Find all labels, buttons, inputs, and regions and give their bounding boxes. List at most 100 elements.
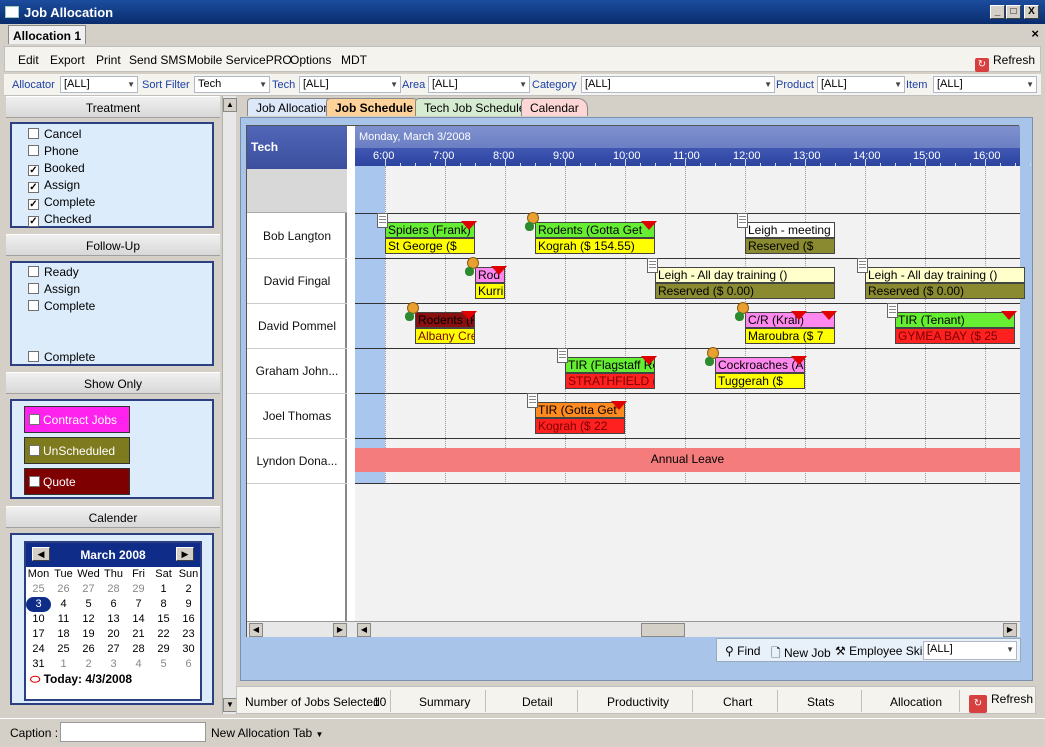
calendar-next-button[interactable]: ▶ xyxy=(176,547,194,561)
close-button[interactable]: X xyxy=(1024,5,1039,19)
calendar-day[interactable]: 29 xyxy=(126,582,151,597)
scroll-down-icon[interactable]: ▼ xyxy=(223,698,237,712)
minimize-button[interactable]: _ xyxy=(990,5,1005,19)
detail-button[interactable]: Detail xyxy=(522,695,553,709)
calendar-day[interactable]: 19 xyxy=(76,627,101,642)
calendar-day[interactable]: 15 xyxy=(151,612,176,627)
calendar-day[interactable]: 27 xyxy=(101,642,126,657)
calendar-day[interactable]: 30 xyxy=(176,642,201,657)
calendar-day[interactable]: 29 xyxy=(151,642,176,657)
filter-product-select[interactable]: [ALL] ▼ xyxy=(817,76,905,93)
document-tab[interactable]: Allocation 1 xyxy=(8,25,86,44)
scroll-right-icon[interactable]: ▶ xyxy=(333,623,347,637)
menu-print[interactable]: Print xyxy=(96,53,121,67)
calendar-day[interactable]: 23 xyxy=(176,627,201,642)
calendar-day[interactable]: 18 xyxy=(51,627,76,642)
calendar-day[interactable]: 27 xyxy=(76,582,101,597)
summary-button[interactable]: Summary xyxy=(419,695,470,709)
calendar-day[interactable]: 4 xyxy=(51,597,76,612)
menu-send-sms[interactable]: Send SMS xyxy=(129,53,186,67)
menu-mdt[interactable]: MDT xyxy=(341,53,367,67)
job-block[interactable]: Leigh - All day training () Reserved ($ 0… xyxy=(655,267,835,301)
treatment-complete-checkbox[interactable]: ✓ Complete xyxy=(28,195,212,212)
tab-job-schedule[interactable]: Job Schedule xyxy=(326,98,423,116)
job-block[interactable]: Rod Kurri xyxy=(475,266,507,301)
menu-export[interactable]: Export xyxy=(50,53,85,67)
scroll-left-icon[interactable]: ◀ xyxy=(249,623,263,637)
calendar-day[interactable]: 2 xyxy=(76,657,101,672)
menu-edit[interactable]: Edit xyxy=(18,53,39,67)
calendar-day[interactable]: 31 xyxy=(26,657,51,672)
job-block[interactable]: Spiders (Frank) St George ($ xyxy=(385,221,477,256)
filter-tech-select[interactable]: [ALL] ▼ xyxy=(299,76,401,93)
job-block[interactable]: Rodents (Gotta Get Kograh ($ 154.55) xyxy=(535,221,657,256)
calendar-day[interactable]: 1 xyxy=(151,582,176,597)
annual-leave-bar[interactable]: Annual Leave xyxy=(355,448,1020,472)
tab-calendar[interactable]: Calendar xyxy=(521,98,588,116)
find-button[interactable]: ⚲ Find xyxy=(725,644,760,658)
calendar-day[interactable]: 6 xyxy=(176,657,201,672)
job-block[interactable]: TIR (Gotta Get Kograh ($ 22 xyxy=(535,401,627,436)
calendar-day[interactable]: 26 xyxy=(76,642,101,657)
calendar-day[interactable]: 11 xyxy=(51,612,76,627)
tech-row-name[interactable]: Graham John... xyxy=(247,349,347,394)
maximize-button[interactable]: □ xyxy=(1006,5,1021,19)
employee-skill-button[interactable]: ⚒ Employee Skill xyxy=(835,644,928,658)
tech-row-name[interactable]: Lyndon Dona... xyxy=(247,439,347,484)
scroll-up-icon[interactable]: ▲ xyxy=(223,98,237,112)
showonly-unscheduled[interactable]: UnScheduled xyxy=(24,437,130,464)
calendar-day[interactable]: 25 xyxy=(51,642,76,657)
tech-row-name[interactable]: David Pommel xyxy=(247,304,347,349)
job-block[interactable]: Leigh - All day training () Reserved ($ 0… xyxy=(865,267,1025,301)
bottom-refresh-button[interactable]: ↻ Refresh xyxy=(969,692,1033,713)
showonly-contract-jobs[interactable]: Contract Jobs xyxy=(24,406,130,433)
filter-sort-select[interactable]: Tech ▼ xyxy=(194,76,270,93)
calendar-day[interactable]: 5 xyxy=(151,657,176,672)
calendar-prev-button[interactable]: ◀ xyxy=(32,547,50,561)
menu-mobile-servicepro[interactable]: Mobile ServicePRO xyxy=(187,53,292,67)
calendar-day[interactable]: 3 xyxy=(26,597,51,612)
calendar-day[interactable]: 25 xyxy=(26,582,51,597)
treatment-phone-checkbox[interactable]: Phone xyxy=(28,144,212,161)
tech-row-name[interactable]: Joel Thomas xyxy=(247,394,347,439)
tech-row-name[interactable]: David Fingal xyxy=(247,259,347,304)
calendar-today[interactable]: ⬭ Today: 4/3/2008 xyxy=(26,672,200,687)
document-close-icon[interactable]: × xyxy=(1031,26,1039,41)
followup-complete-checkbox[interactable]: Complete xyxy=(28,299,212,316)
calendar-day[interactable]: 28 xyxy=(101,582,126,597)
employee-skill-select[interactable]: [ALL] ▼ xyxy=(923,641,1017,660)
calendar-day[interactable]: 28 xyxy=(126,642,151,657)
calendar-day[interactable]: 13 xyxy=(101,612,126,627)
job-block[interactable]: TIR (Tenant) GYMEA BAY ($ 25 xyxy=(895,311,1017,346)
menu-options[interactable]: Options xyxy=(290,53,331,67)
left-scrollbar[interactable]: ▲ ▼ xyxy=(222,96,237,714)
caption-input[interactable] xyxy=(60,722,206,742)
calendar-day[interactable]: 2 xyxy=(176,582,201,597)
scroll-left-icon[interactable]: ◀ xyxy=(357,623,371,637)
calendar-day[interactable]: 10 xyxy=(26,612,51,627)
calendar-day[interactable]: 9 xyxy=(176,597,201,612)
calendar-day[interactable]: 6 xyxy=(101,597,126,612)
calendar-day[interactable]: 20 xyxy=(101,627,126,642)
new-job-button[interactable]: 🗋 New Job xyxy=(771,644,831,665)
schedule-hscrollbar[interactable]: ◀ ▶ ◀ ▶ xyxy=(247,621,1020,637)
calendar-day[interactable]: 17 xyxy=(26,627,51,642)
calendar-day[interactable]: 5 xyxy=(76,597,101,612)
job-block[interactable]: Leigh - meeting Reserved ($ xyxy=(745,222,835,256)
calendar-day[interactable]: 26 xyxy=(51,582,76,597)
filter-allocator-select[interactable]: [ALL] ▼ xyxy=(60,76,138,93)
followup-ready-checkbox[interactable]: Ready xyxy=(28,265,212,282)
stats-button[interactable]: Stats xyxy=(807,695,834,709)
treatment-booked-checkbox[interactable]: ✓ Booked xyxy=(28,161,212,178)
treatment-cancel-checkbox[interactable]: Cancel xyxy=(28,127,212,144)
job-block[interactable]: Rodents (F Albany Cre xyxy=(415,311,477,346)
menu-refresh-button[interactable]: ↻ Refresh xyxy=(975,53,1035,72)
calendar-day[interactable]: 1 xyxy=(51,657,76,672)
job-block[interactable]: TIR (Flagstaff Re STRATHFIELD ( xyxy=(565,356,657,391)
calendar-day[interactable]: 24 xyxy=(26,642,51,657)
filter-area-select[interactable]: [ALL] ▼ xyxy=(428,76,530,93)
calendar-day[interactable]: 8 xyxy=(151,597,176,612)
calendar-day[interactable]: 7 xyxy=(126,597,151,612)
chart-button[interactable]: Chart xyxy=(723,695,752,709)
scroll-thumb[interactable] xyxy=(641,623,685,637)
